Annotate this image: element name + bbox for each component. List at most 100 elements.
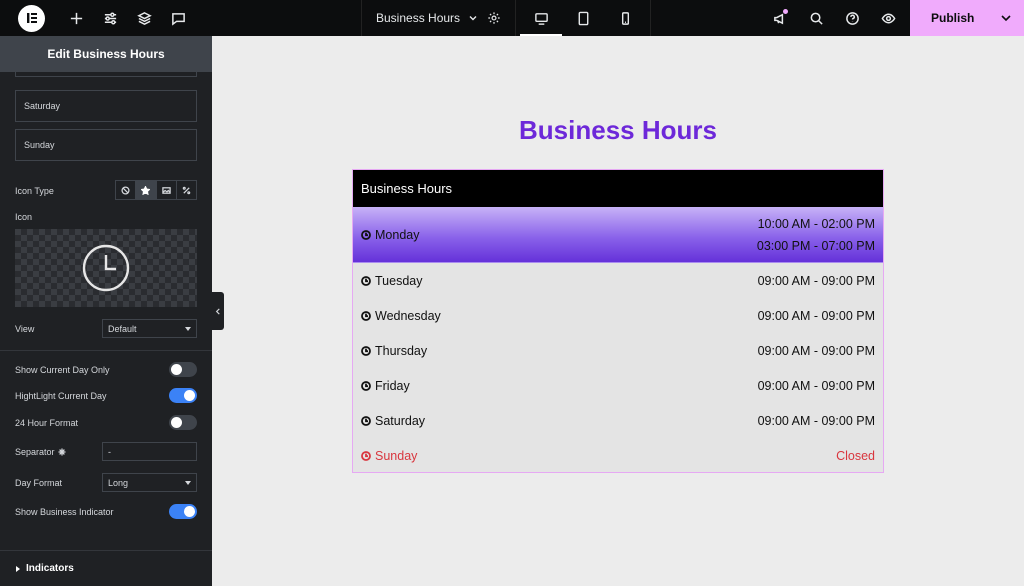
top-bar-left xyxy=(0,0,212,36)
icon-label: Icon xyxy=(15,212,33,222)
ai-sparkle-icon[interactable] xyxy=(58,448,66,458)
hour-format-24-toggle[interactable] xyxy=(169,415,197,430)
page-heading[interactable]: Business Hours xyxy=(352,115,884,146)
day-name: Tuesday xyxy=(375,273,423,288)
clock-icon xyxy=(361,415,371,426)
caret-down-icon xyxy=(185,327,191,331)
notification-dot xyxy=(783,9,788,14)
search-icon[interactable] xyxy=(798,0,834,36)
highlight-current-day-toggle[interactable] xyxy=(169,388,197,403)
separator-label-wrap: Separator xyxy=(15,447,66,458)
device-switcher xyxy=(516,0,651,36)
panel-divider xyxy=(0,350,212,351)
business-hours-row: Wednesday 09:00 AM - 09:00 PM xyxy=(353,298,883,333)
structure-layers-icon[interactable] xyxy=(127,0,161,36)
show-business-indicator-toggle[interactable] xyxy=(169,504,197,519)
day-repeater-item-sunday[interactable]: Sunday xyxy=(15,129,197,161)
hours-slot: 09:00 AM - 09:00 PM xyxy=(757,273,875,288)
icon-type-svg-icon[interactable] xyxy=(177,181,196,199)
hours-slot: 03:00 PM - 07:00 PM xyxy=(756,238,875,253)
editor-panel: Edit Business Hours Saturday Sunday Icon… xyxy=(0,36,212,586)
collapse-panel-handle[interactable] xyxy=(212,292,224,330)
separator-label: Separator xyxy=(15,447,55,457)
document-title-dropdown[interactable]: Business Hours xyxy=(361,0,516,36)
caret-down-icon xyxy=(185,481,191,485)
add-element-icon[interactable] xyxy=(59,0,93,36)
chevron-down-icon xyxy=(469,16,477,21)
toggle-knob xyxy=(184,390,195,401)
business-hours-row: Friday 09:00 AM - 09:00 PM xyxy=(353,368,883,403)
separator-input[interactable]: - xyxy=(102,442,197,461)
day-cell: Tuesday xyxy=(361,274,422,288)
clock-icon xyxy=(361,229,371,240)
business-hours-widget[interactable]: Business Hours Monday 10:00 AM - 02:00 P… xyxy=(352,169,884,473)
view-label: View xyxy=(15,324,35,334)
day-repeater-item-saturday[interactable]: Saturday xyxy=(15,90,197,122)
top-bar: Business Hours Publish xyxy=(0,0,1024,36)
view-select[interactable]: Default xyxy=(102,319,197,338)
day-format-label: Day Format xyxy=(15,478,63,488)
page-settings-gear-icon[interactable] xyxy=(487,11,501,25)
day-name: Saturday xyxy=(375,413,426,428)
hours-slot: 09:00 AM - 09:00 PM xyxy=(757,343,875,358)
icon-type-label: Icon Type xyxy=(15,186,54,196)
business-hours-row-closed: Sunday Closed xyxy=(353,438,883,473)
site-settings-icon[interactable] xyxy=(93,0,127,36)
icon-type-star-icon[interactable] xyxy=(136,181,157,199)
publish-button[interactable]: Publish xyxy=(910,0,1024,36)
business-hours-row: Tuesday 09:00 AM - 09:00 PM xyxy=(353,263,883,298)
mobile-view-icon[interactable] xyxy=(604,0,646,36)
day-format-select[interactable]: Long xyxy=(102,473,197,492)
hours-slot: 09:00 AM - 09:00 PM xyxy=(757,413,875,428)
publish-label: Publish xyxy=(931,11,975,25)
day-cell: Thursday xyxy=(361,344,427,358)
business-hours-row: Saturday 09:00 AM - 09:00 PM xyxy=(353,403,883,438)
clock-icon xyxy=(361,310,371,321)
tablet-view-icon[interactable] xyxy=(562,0,604,36)
day-cell: Monday xyxy=(361,228,419,242)
icon-picker-preview[interactable] xyxy=(15,229,197,307)
show-current-day-only-label: Show Current Day Only xyxy=(15,365,110,375)
whats-new-megaphone-icon[interactable] xyxy=(762,0,798,36)
day-name: Sunday xyxy=(375,448,418,463)
business-hours-row: Thursday 09:00 AM - 09:00 PM xyxy=(353,333,883,368)
clock-icon xyxy=(361,275,371,286)
show-business-indicator-label: Show Business Indicator xyxy=(15,507,114,517)
top-bar-right xyxy=(762,0,906,36)
day-cell: Friday xyxy=(361,379,410,393)
business-hours-header: Business Hours xyxy=(353,170,883,207)
desktop-view-icon[interactable] xyxy=(520,0,562,36)
notes-comment-icon[interactable] xyxy=(161,0,195,36)
hours-slot: 10:00 AM - 02:00 PM xyxy=(757,216,875,231)
toggle-knob xyxy=(171,364,182,375)
closed-label: Closed xyxy=(836,448,875,463)
clock-icon xyxy=(361,380,371,391)
clock-icon xyxy=(82,244,130,292)
panel-title: Edit Business Hours xyxy=(0,36,212,72)
publish-options-chevron-icon[interactable] xyxy=(1000,12,1012,24)
day-cell: Saturday xyxy=(361,414,425,428)
view-select-value: Default xyxy=(108,323,137,334)
icon-type-choices xyxy=(115,180,197,200)
top-bar-center: Business Hours xyxy=(361,0,651,36)
clock-icon xyxy=(361,450,371,461)
icon-type-image-icon[interactable] xyxy=(157,181,177,199)
day-name: Monday xyxy=(375,227,420,242)
document-title: Business Hours xyxy=(376,11,461,25)
indicators-section-label: Indicators xyxy=(26,563,74,574)
toggle-knob xyxy=(184,506,195,517)
help-icon[interactable] xyxy=(834,0,870,36)
business-hours-row-current: Monday 10:00 AM - 02:00 PM 03:00 PM - 07… xyxy=(353,207,883,263)
elementor-logo-icon[interactable] xyxy=(18,4,45,32)
preview-eye-icon[interactable] xyxy=(870,0,906,36)
hours-cell: 10:00 AM - 02:00 PM 03:00 PM - 07:00 PM xyxy=(757,213,875,257)
chevron-left-icon xyxy=(215,307,220,315)
show-current-day-only-toggle[interactable] xyxy=(169,362,197,377)
hour-format-label: 24 Hour Format xyxy=(15,418,79,428)
hours-slot: 09:00 AM - 09:00 PM xyxy=(757,308,875,323)
clock-icon xyxy=(361,345,371,356)
separator-input-value: - xyxy=(108,446,111,457)
day-repeater-item-partial[interactable] xyxy=(15,72,197,77)
icon-type-none-icon[interactable] xyxy=(116,181,137,199)
indicators-section-toggle[interactable]: Indicators xyxy=(0,550,212,586)
